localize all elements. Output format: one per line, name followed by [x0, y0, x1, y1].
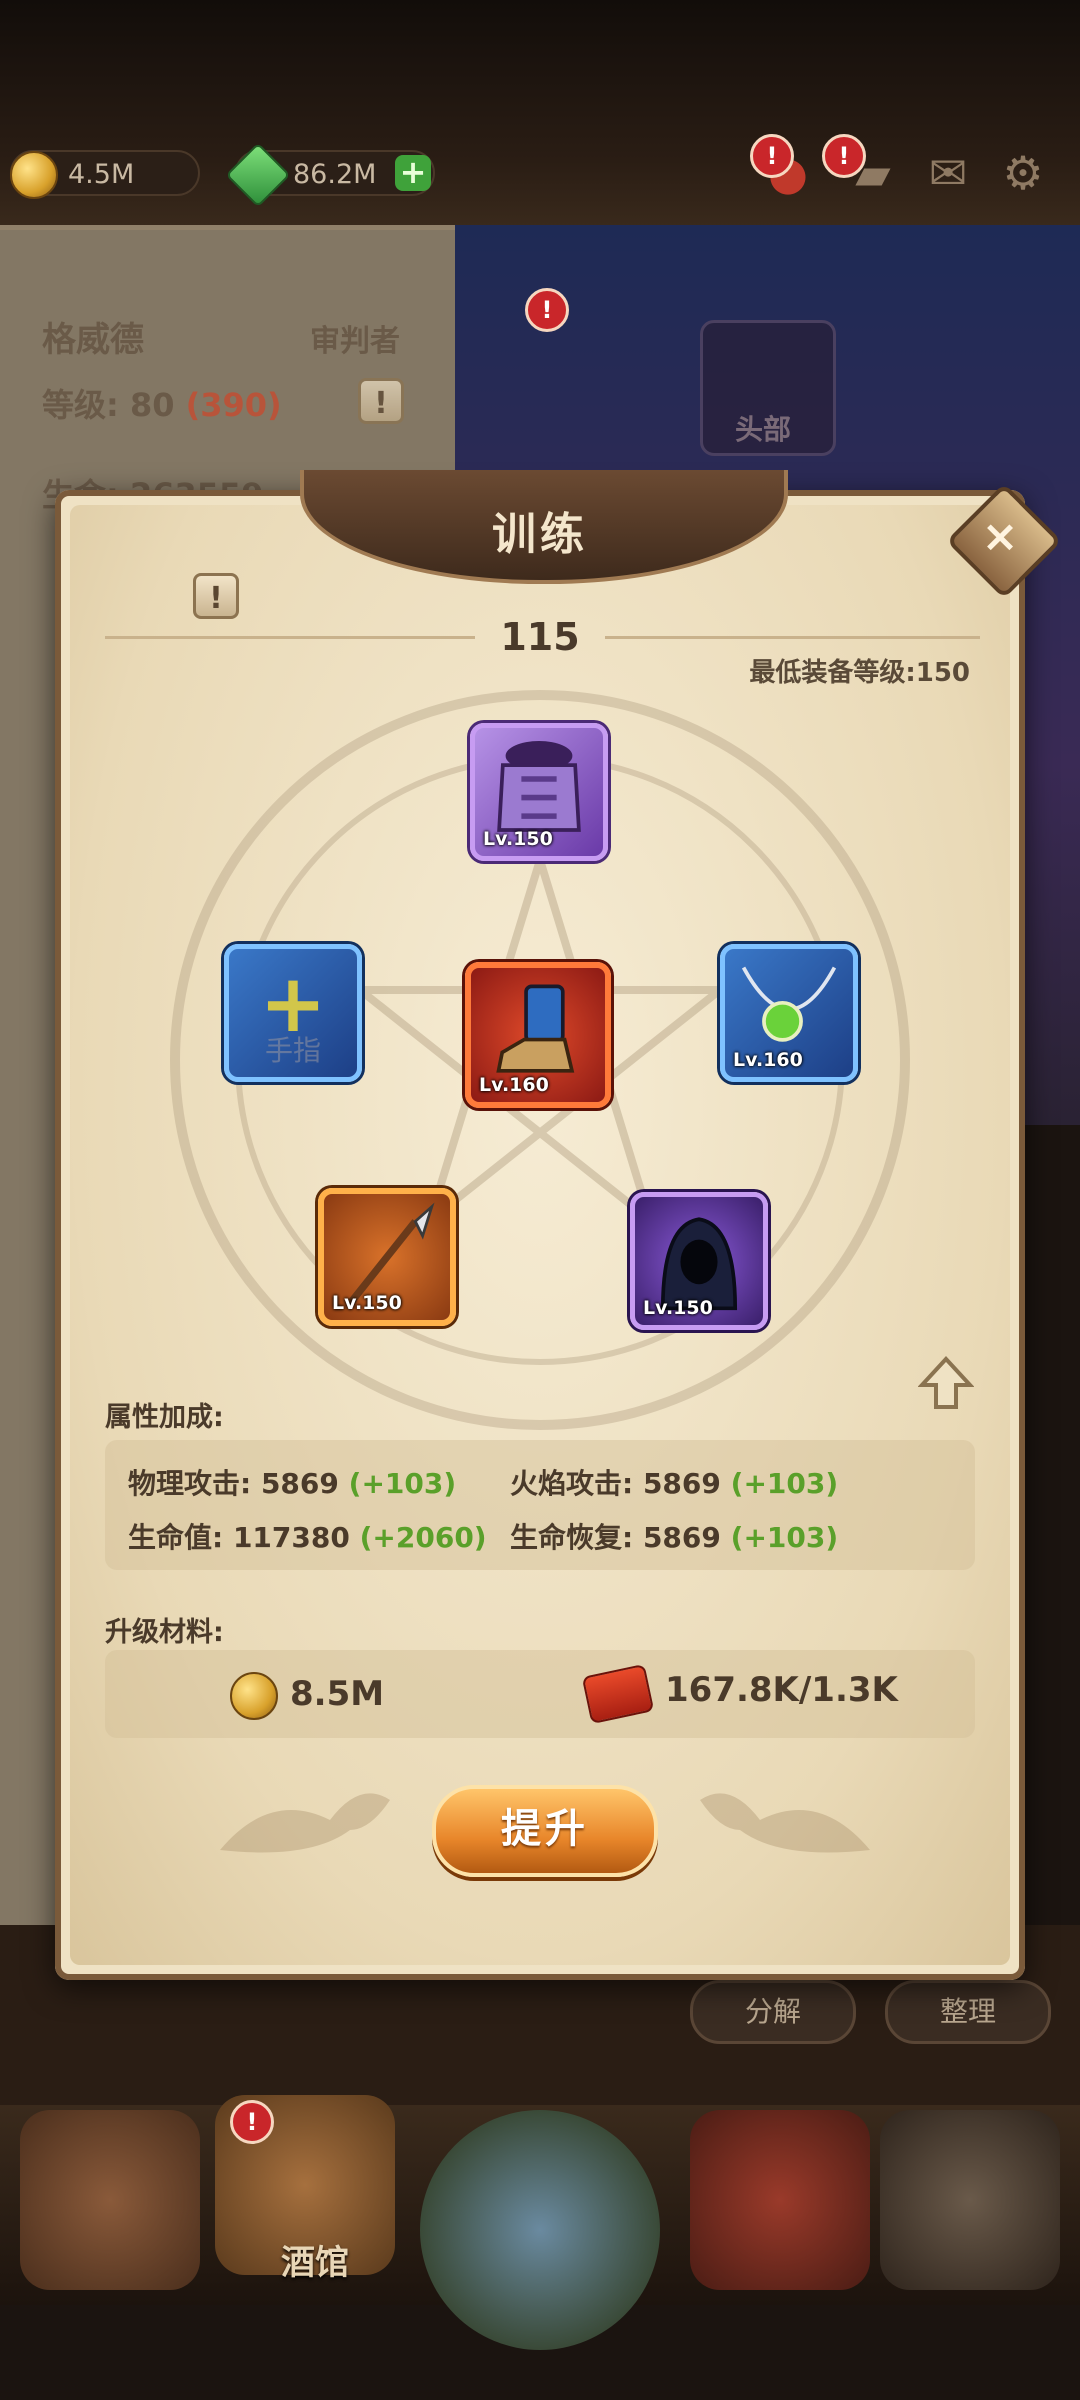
- hero-class: 审判者: [310, 324, 400, 359]
- dragon-right-decoration: [700, 1793, 870, 1853]
- slot-hood[interactable]: Lv.150: [630, 1192, 768, 1330]
- attribute-hp-regen: 生命恢复: 5869 (+103): [510, 1521, 839, 1554]
- slot-alert-badge: !: [525, 288, 569, 332]
- level-divider-right: [605, 636, 980, 639]
- forge-icon[interactable]: [880, 2110, 1060, 2290]
- slot-finger-label: 手指: [264, 1034, 321, 1067]
- slot-boots-level: Lv.160: [479, 1074, 549, 1096]
- level-divider-left: [105, 636, 475, 639]
- level-value: 80: [129, 386, 175, 424]
- training-level: 115: [500, 615, 580, 659]
- slot-weapon[interactable]: Lv.150: [318, 1188, 456, 1326]
- head-slot-label: 头部: [735, 413, 792, 446]
- up-arrow-icon[interactable]: [918, 1355, 974, 1411]
- mail-icon[interactable]: ✉: [920, 145, 976, 201]
- slot-chest[interactable]: Lv.150: [470, 723, 608, 861]
- slot-chest-level: Lv.150: [483, 828, 553, 850]
- training-info-button[interactable]: !: [193, 573, 239, 619]
- close-icon[interactable]: ×: [963, 500, 1037, 574]
- tavern-label: 酒馆: [281, 2243, 349, 2283]
- material-gold-amount: 8.5M: [290, 1674, 385, 1714]
- sort-button[interactable]: 整理: [885, 1980, 1051, 2044]
- attributes-label: 属性加成:: [105, 1402, 224, 1433]
- min-equipment-level: 最低装备等级:150: [749, 658, 970, 688]
- slot-necklace[interactable]: Lv.160: [720, 944, 858, 1082]
- slot-necklace-level: Lv.160: [733, 1049, 803, 1071]
- dialog-title: 训练: [492, 509, 588, 560]
- portal-icon[interactable]: [420, 2110, 660, 2350]
- hero-info-button[interactable]: !: [358, 378, 404, 424]
- slot-finger-empty[interactable]: + 手指: [224, 944, 362, 1082]
- level-label: 等级:: [42, 386, 119, 424]
- upgrade-button[interactable]: 提升: [432, 1785, 658, 1877]
- materials-label: 升级材料:: [105, 1617, 224, 1648]
- add-gems-button[interactable]: +: [395, 155, 431, 191]
- tavern-alert-badge: !: [230, 2100, 274, 2144]
- gold-amount: 4.5M: [68, 159, 135, 190]
- level-extra: (390): [185, 386, 282, 424]
- house-icon[interactable]: [20, 2110, 200, 2290]
- gem-amount: 86.2M: [293, 159, 377, 190]
- attribute-fire-attack: 火焰攻击: 5869 (+103): [510, 1467, 839, 1500]
- hero-name: 格威德: [42, 320, 144, 360]
- chat-alert-badge: !: [822, 134, 866, 178]
- settings-gear-icon[interactable]: ⚙: [995, 145, 1051, 201]
- material-scroll-amount: 167.8K/1.3K: [665, 1670, 898, 1710]
- dragon-left-decoration: [220, 1793, 390, 1853]
- slot-weapon-level: Lv.150: [332, 1292, 402, 1314]
- attribute-physical-attack: 物理攻击: 5869 (+103): [128, 1467, 457, 1500]
- gold-coin-icon: [10, 151, 58, 199]
- attribute-hp: 生命值: 117380 (+2060): [128, 1521, 487, 1554]
- slot-hood-level: Lv.150: [643, 1297, 713, 1319]
- helmet-icon[interactable]: [690, 2110, 870, 2290]
- potion-alert-badge: !: [750, 134, 794, 178]
- gold-coin-icon: [230, 1672, 278, 1720]
- decompose-button[interactable]: 分解: [690, 1980, 856, 2044]
- slot-boots[interactable]: Lv.160: [465, 962, 611, 1108]
